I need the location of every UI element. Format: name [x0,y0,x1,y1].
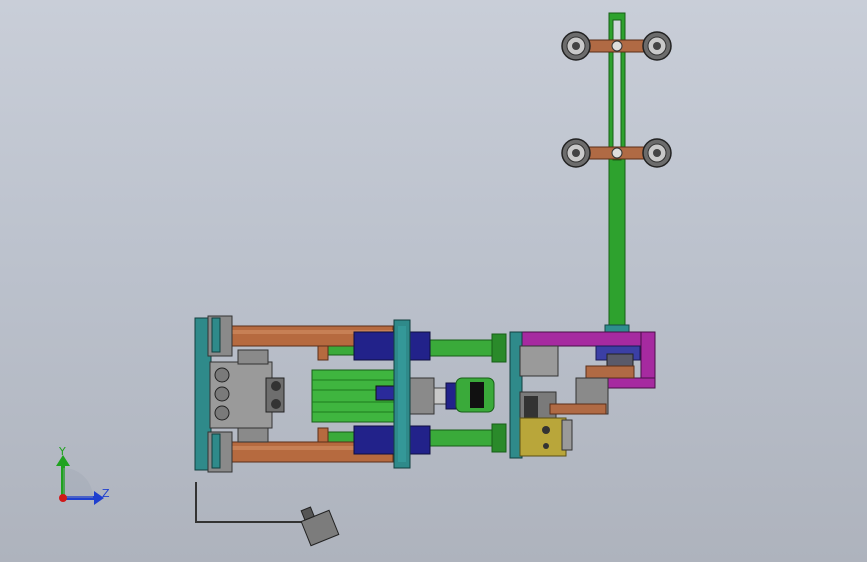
model-canvas[interactable]: Y Z [0,0,867,562]
roller-wheel [561,138,591,168]
roller-wheel [561,31,591,61]
y-axis-label: Y [58,445,66,458]
air-cylinder[interactable] [311,369,397,423]
z-axis-label: Z [102,487,110,500]
coordinate-triad: Y Z [56,445,110,505]
sensor-cable[interactable] [195,482,305,523]
roller-wheel [642,138,672,168]
origin-icon [59,494,67,502]
sensor-head[interactable] [297,501,340,547]
roller-wheel [642,31,672,61]
vertical-slide-bar[interactable] [604,12,630,336]
piston-rod [407,377,495,415]
middle-plate[interactable] [393,319,411,469]
cad-viewport[interactable]: Y Z [0,0,867,562]
yellow-valve-block[interactable] [519,417,573,457]
